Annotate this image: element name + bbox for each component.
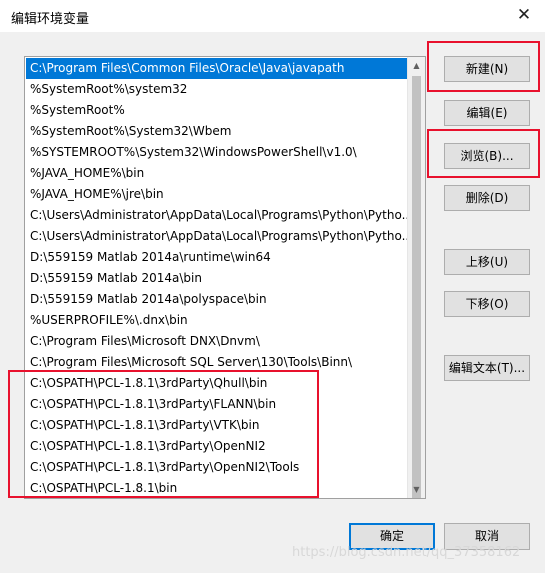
- path-list-item[interactable]: C:\OSPATH\PCL-1.8.1\3rdParty\OpenNI2: [26, 436, 409, 457]
- path-list-item[interactable]: %USERPROFILE%\.dnx\bin: [26, 310, 409, 331]
- window-title: 编辑环境变量: [11, 12, 90, 27]
- move-down-button[interactable]: 下移(O): [444, 291, 530, 317]
- path-list-item[interactable]: D:\559159 Matlab 2014a\runtime\win64: [26, 247, 409, 268]
- path-list-item[interactable]: C:\OSPATH\PCL-1.8.1\3rdParty\Qhull\bin: [26, 373, 409, 394]
- scroll-down-arrow-icon[interactable]: ▼: [408, 481, 425, 498]
- path-list-item[interactable]: D:\559159 Matlab 2014a\bin: [26, 268, 409, 289]
- edit-environment-variable-dialog: 编辑环境变量 ✕ C:\Program Files\Common Files\O…: [0, 0, 545, 573]
- scrollbar-thumb[interactable]: [412, 76, 421, 498]
- path-list-item[interactable]: D:\559159 Matlab 2014a\polyspace\bin: [26, 289, 409, 310]
- path-list-item[interactable]: C:\OSPATH\PCL-1.8.1\bin: [26, 478, 409, 498]
- path-list-item[interactable]: C:\Program Files\Microsoft SQL Server\13…: [26, 352, 409, 373]
- watermark-text: https://blog.csdn.net/qq_37358162: [292, 545, 521, 560]
- path-list-item[interactable]: C:\OSPATH\PCL-1.8.1\3rdParty\FLANN\bin: [26, 394, 409, 415]
- path-list-item[interactable]: C:\Users\Administrator\AppData\Local\Pro…: [26, 205, 409, 226]
- path-list-item[interactable]: C:\Users\Administrator\AppData\Local\Pro…: [26, 226, 409, 247]
- path-list-item[interactable]: C:\Program Files\Microsoft DNX\Dnvm\: [26, 331, 409, 352]
- path-list-item[interactable]: %SYSTEMROOT%\System32\WindowsPowerShell\…: [26, 142, 409, 163]
- close-icon[interactable]: ✕: [515, 6, 533, 24]
- path-list: C:\Program Files\Common Files\Oracle\Jav…: [26, 58, 409, 498]
- path-list-item[interactable]: C:\OSPATH\PCL-1.8.1\3rdParty\VTK\bin: [26, 415, 409, 436]
- edit-button[interactable]: 编辑(E): [444, 100, 530, 126]
- scroll-up-arrow-icon[interactable]: ▲: [408, 57, 425, 74]
- move-up-button[interactable]: 上移(U): [444, 249, 530, 275]
- path-list-item[interactable]: %SystemRoot%\system32: [26, 79, 409, 100]
- browse-button[interactable]: 浏览(B)...: [444, 143, 530, 169]
- edit-text-button[interactable]: 编辑文本(T)...: [444, 355, 530, 381]
- path-list-item[interactable]: %JAVA_HOME%\jre\bin: [26, 184, 409, 205]
- path-list-item[interactable]: %JAVA_HOME%\bin: [26, 163, 409, 184]
- path-list-item[interactable]: %SystemRoot%\System32\Wbem: [26, 121, 409, 142]
- path-listbox[interactable]: C:\Program Files\Common Files\Oracle\Jav…: [24, 56, 426, 499]
- path-list-item[interactable]: C:\Program Files\Common Files\Oracle\Jav…: [26, 58, 409, 79]
- vertical-scrollbar[interactable]: ▲ ▼: [407, 57, 425, 498]
- new-button[interactable]: 新建(N): [444, 56, 530, 82]
- path-list-item[interactable]: C:\OSPATH\PCL-1.8.1\3rdParty\OpenNI2\Too…: [26, 457, 409, 478]
- title-bar: 编辑环境变量 ✕: [0, 0, 545, 32]
- delete-button[interactable]: 删除(D): [444, 185, 530, 211]
- path-list-item[interactable]: %SystemRoot%: [26, 100, 409, 121]
